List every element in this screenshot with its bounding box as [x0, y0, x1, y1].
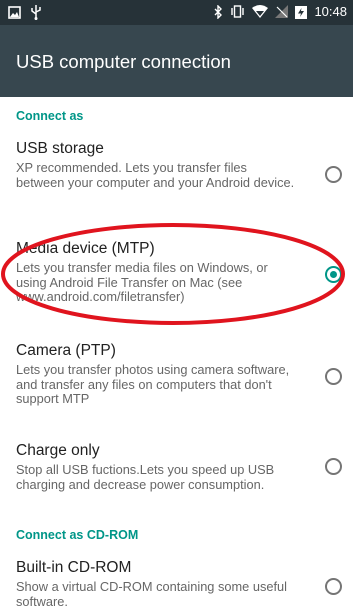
section-header-connect-as-cd-rom: Connect as CD-ROM [16, 528, 139, 542]
option-summary: Lets you transfer photos using camera so… [16, 362, 290, 406]
option-title: Charge only [16, 442, 100, 459]
status-time: 10:48 [314, 4, 347, 19]
radio-built-in-cd-rom[interactable] [325, 578, 342, 595]
option-summary: XP recommended. Lets you transfer files … [16, 160, 295, 190]
usb-icon [31, 5, 41, 20]
app-bar: USB computer connection [0, 25, 353, 97]
page-title: USB computer connection [16, 51, 231, 72]
section-header-connect-as: Connect as [16, 109, 84, 123]
option-summary: Show a virtual CD-ROM containing some us… [16, 579, 287, 609]
option-title: USB storage [16, 140, 104, 157]
radio-charge-only[interactable] [325, 458, 342, 475]
radio-media-device[interactable] [325, 266, 342, 283]
vibrate-icon [230, 5, 245, 18]
option-title: Media device (MTP) [16, 240, 155, 257]
image-icon [8, 6, 21, 19]
no-sim-icon [275, 5, 289, 18]
battery-charging-icon [295, 5, 308, 19]
wifi-icon [252, 5, 269, 18]
bluetooth-icon [214, 4, 223, 19]
status-bar: 10:48 [0, 0, 353, 25]
option-summary: Stop all USB fuctions.Lets you speed up … [16, 462, 275, 492]
option-title: Built-in CD-ROM [16, 559, 132, 576]
option-summary: Lets you transfer media files on Windows… [16, 260, 268, 304]
radio-camera-ptp[interactable] [325, 368, 342, 385]
option-title: Camera (PTP) [16, 342, 116, 359]
radio-usb-storage[interactable] [325, 166, 342, 183]
